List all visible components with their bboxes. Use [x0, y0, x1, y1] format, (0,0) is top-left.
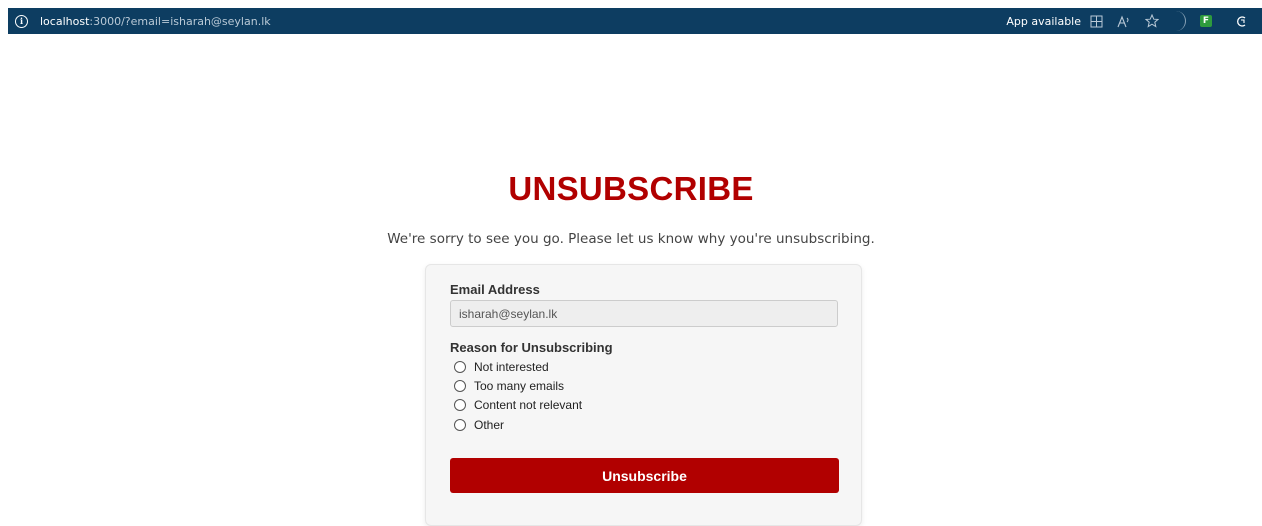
browser-address-bar: i localhost:3000/?email=isharah@seylan.l…: [0, 0, 1262, 36]
url-host: localhost: [40, 14, 90, 28]
address-bar-strip: i localhost:3000/?email=isharah@seylan.l…: [8, 8, 1262, 34]
reason-label: Reason for Unsubscribing: [450, 340, 613, 355]
reason-option-label: Content not relevant: [474, 398, 583, 412]
read-aloud-icon[interactable]: [1117, 14, 1131, 28]
copilot-icon[interactable]: [1234, 14, 1248, 28]
radio-button[interactable]: [454, 399, 466, 411]
page-title: UNSUBSCRIBE: [508, 170, 754, 207]
email-label: Email Address: [450, 282, 540, 297]
unsubscribe-button[interactable]: Unsubscribe: [450, 458, 839, 493]
favorite-star-icon[interactable]: [1145, 14, 1159, 28]
reason-option-label: Other: [474, 418, 505, 432]
url-field[interactable]: localhost:3000/?email=isharah@seylan.lk: [40, 15, 271, 28]
reason-option-not-interested[interactable]: Not interested: [454, 360, 549, 374]
app-available-text[interactable]: App available: [1006, 15, 1081, 28]
url-path: :3000/?email=isharah@seylan.lk: [89, 14, 271, 28]
reason-option-label: Too many emails: [474, 379, 565, 393]
info-icon[interactable]: i: [15, 14, 28, 28]
page-subtitle: We're sorry to see you go. Please let us…: [387, 231, 875, 247]
browser-tools: App available F: [1006, 8, 1262, 34]
reason-option-label: Not interested: [474, 360, 549, 374]
reason-option-content-not-relevant[interactable]: Content not relevant: [454, 398, 582, 412]
extension-icon[interactable]: F: [1200, 15, 1212, 27]
reason-option-other[interactable]: Other: [454, 418, 504, 432]
app-available-icon[interactable]: [1089, 14, 1103, 28]
unsubscribe-form-card: Email Address Reason for Unsubscribing N…: [425, 264, 862, 526]
radio-button[interactable]: [454, 380, 466, 392]
radio-button[interactable]: [454, 361, 466, 373]
toolbar-divider: [1173, 11, 1186, 31]
reason-option-too-many-emails[interactable]: Too many emails: [454, 379, 564, 393]
radio-button[interactable]: [454, 419, 466, 431]
email-field[interactable]: [450, 300, 838, 327]
